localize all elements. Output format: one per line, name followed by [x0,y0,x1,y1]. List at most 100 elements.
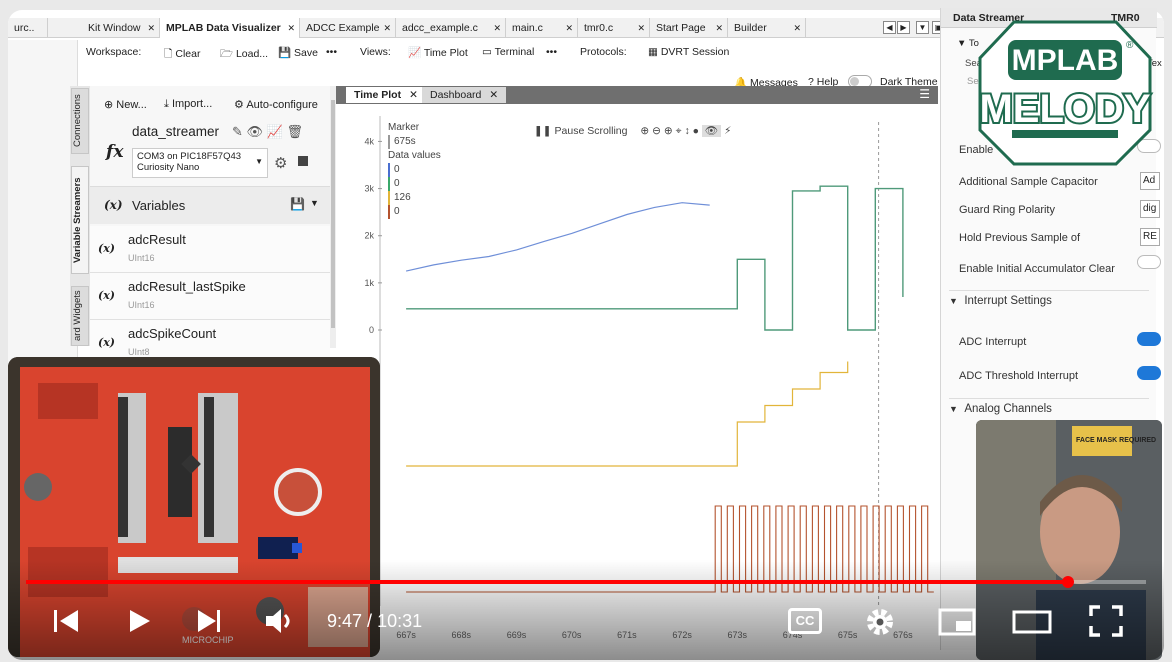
tab-label: urc.. [14,22,35,34]
autoconfigure-button[interactable]: ⚙ Auto-configure [234,98,318,111]
delete-icon[interactable]: 🗑 [286,124,303,139]
y-tick-label: 4k [364,136,374,146]
dvrt-session-button[interactable]: ▦ DVRT Session [648,46,729,58]
tab-adcc-example[interactable]: ADCC Example ✕ [300,18,396,38]
miniplayer-icon[interactable] [938,608,976,636]
variable-name: adcResult [128,232,186,247]
tab-start-page[interactable]: Start Page ✕ [650,18,728,38]
time-plot-chart[interactable]: 4k3k2k1k0667s 668s 669s 670s 671s 672s 673s 674… [336,86,938,650]
settings-gear-icon[interactable] [864,606,896,638]
property-label: ADC Threshold Interrupt [959,370,1079,382]
toggle-switch[interactable] [1137,255,1161,269]
variables-title: Variables [132,198,186,213]
save-button[interactable]: 💾 Save [278,46,318,59]
property-dropdown[interactable]: Ad [1140,172,1160,190]
function-icon: fx [106,142,124,162]
protocols-label: Protocols: [580,46,627,58]
chart-icon[interactable]: 📈 [267,124,283,139]
tab-list-icon[interactable]: ▼ [916,21,929,34]
progress-fill [26,580,1068,584]
more-views-button[interactable]: ••• [546,46,557,58]
close-icon[interactable]: ✕ [287,18,295,38]
tab-variable-streamers[interactable]: Variable Streamers [71,166,89,274]
clear-button[interactable]: 🗋 Clear [164,46,200,64]
toggle-switch[interactable] [1137,332,1161,346]
add-icon: ⊕ [104,99,114,111]
close-icon[interactable]: ✕ [383,18,391,38]
x-tick-label: 672s [672,630,692,640]
time-plot-view: Time Plot ✕ Dashboard ✕ ☰ ❚❚ Pause Scrolli… [336,86,938,650]
close-icon[interactable]: ✕ [637,18,645,38]
tab-dashboard-widgets[interactable]: ard Widgets [71,286,89,346]
tab-label: Start Page [656,22,706,34]
save-icon[interactable]: 💾 [290,197,305,211]
chevron-down-icon[interactable]: ▼ [310,198,319,208]
close-icon[interactable]: ✕ [147,18,155,38]
edit-icon[interactable]: ✎ [232,124,243,139]
streamer-name: data_streamer [132,124,220,139]
x-tick-label: 668s [452,630,472,640]
play-icon[interactable] [128,606,152,636]
tab-label: adcc_example.c [402,22,478,34]
tab-connections[interactable]: Connections [71,88,89,154]
next-icon[interactable] [194,606,224,636]
import-button[interactable]: ⤓ Import... [164,98,212,111]
variable-icon: (x) [98,289,115,302]
property-label: Hold Previous Sample of [959,232,1081,244]
section-header[interactable]: ▼ Analog Channels [949,398,1149,420]
terminal-label: Terminal [494,46,535,58]
terminal-button[interactable]: ▭ Terminal [482,46,534,58]
variable-icon: (x) [98,242,115,255]
webcam-presenter-video: FACE MASK REQUIRED [976,420,1162,660]
eye-icon[interactable]: 👁 [247,124,264,139]
property-dropdown[interactable]: dig [1140,200,1160,218]
collapse-arrow-icon: ▼ [949,404,958,414]
tab-adcc-example-c[interactable]: adcc_example.c ✕ [396,18,506,38]
tab-kit-window[interactable]: Kit Window ✕ [82,18,160,38]
close-icon[interactable]: ✕ [565,18,573,38]
board-logo-text: MICROCHIP [182,635,234,645]
previous-icon[interactable] [52,606,82,636]
y-tick-label: 2k [364,231,374,241]
port-select[interactable]: COM3 on PIC18F57Q43 Curiosity Nano ▼ [132,148,268,178]
variable-type: UInt16 [128,253,155,263]
import-icon: ⤓ [164,98,169,110]
scroll-right-icon[interactable]: ▶ [897,21,910,34]
tab-label: Kit Window [88,22,141,34]
section-header[interactable]: ▼ Interrupt Settings [949,290,1149,312]
variable-row[interactable]: (x) adcResult UInt16 [90,226,330,273]
new-button[interactable]: ⊕ New... [104,98,147,111]
scrollbar-thumb[interactable] [331,100,335,328]
tab-tmr0-c[interactable]: tmr0.c ✕ [578,18,650,38]
close-icon[interactable]: ✕ [493,18,501,38]
close-icon[interactable]: ✕ [715,18,723,38]
load-icon: 🗁 [220,48,234,60]
more-button[interactable]: ••• [326,46,337,58]
series-line-blue [405,202,710,272]
progress-scrubber[interactable] [1061,576,1074,588]
scroll-left-icon[interactable]: ◀ [883,21,896,34]
property-dropdown[interactable]: RE [1140,228,1160,246]
tab-main-c[interactable]: main.c ✕ [506,18,578,38]
variable-row[interactable]: (x) adcResult_lastSpike UInt16 [90,273,330,320]
y-tick-label: 0 [369,325,374,335]
tab-builder[interactable]: Builder ✕ [728,18,806,38]
load-button[interactable]: 🗁 Load... [220,46,268,64]
close-icon[interactable]: ✕ [793,18,801,38]
volume-icon[interactable] [264,606,298,636]
settings-gear-icon[interactable]: ⚙ [274,154,287,172]
tab-urc[interactable]: urc.. [8,18,48,38]
series-line-yellow [406,361,849,467]
theater-mode-icon[interactable] [1012,608,1052,636]
tab-mplab-data-visualizer[interactable]: MPLAB Data Visualizer ✕ [160,18,300,38]
section-title: Interrupt Settings [964,295,1052,307]
stop-icon[interactable] [298,156,308,166]
mplab-melody-logo: MPLAB ® MELODY [977,20,1153,166]
fullscreen-icon[interactable] [1088,604,1124,638]
time-display: 9:47 / 10:31 [327,611,422,632]
time-plot-button[interactable]: 📈 Time Plot [408,46,468,59]
progress-bar[interactable] [26,576,1146,588]
cc-button[interactable]: CC [788,608,822,634]
autoconfigure-label: Auto-configure [246,99,318,111]
toggle-switch[interactable] [1137,366,1161,380]
